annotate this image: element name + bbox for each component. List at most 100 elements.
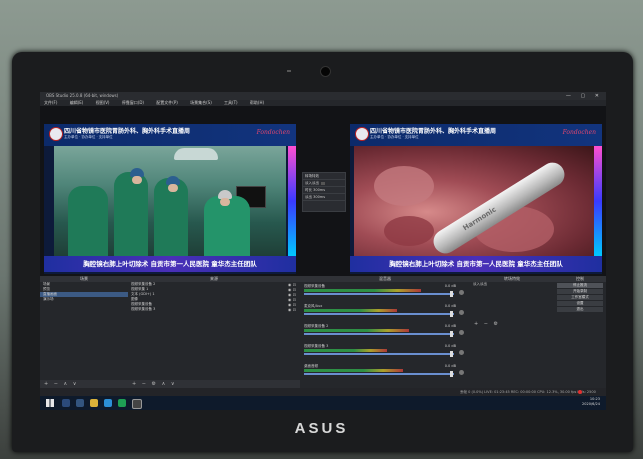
volume-slider[interactable]	[304, 353, 454, 355]
edge-browser-icon[interactable]	[104, 399, 112, 407]
volume-slider-handle[interactable]	[450, 311, 453, 317]
volume-slider[interactable]	[304, 333, 454, 335]
surgeon-figure	[68, 186, 108, 256]
screen: OBS Studio 25.0.8 (64-bit, windows) — ▢ …	[40, 92, 606, 410]
preview-title: 四川省物镜市医院胃肠外科、胸外科手术直播周	[64, 128, 191, 135]
start-recording-button[interactable]: 开始录制	[557, 289, 603, 294]
app-icon[interactable]	[118, 399, 126, 407]
volume-slider-handle[interactable]	[450, 351, 453, 357]
webcam-icon	[320, 66, 331, 77]
mixer-channel-label: 麦克风/Aux	[304, 304, 323, 308]
volume-slider[interactable]	[304, 313, 454, 315]
search-icon[interactable]	[62, 399, 70, 407]
preview-subtitle: 主办单位 · 协办单位 · 支持单位	[64, 135, 113, 139]
source-item[interactable]: 视频采集设备 3 ◉ ⊡	[128, 307, 300, 312]
menu-tools[interactable]: 工具(T)	[224, 100, 238, 105]
program-subtitle: 主办单位 · 协办单位 · 支持单位	[370, 135, 419, 139]
tissue-shape	[384, 216, 434, 246]
mute-toggle-icon[interactable]	[459, 330, 464, 335]
mixer-channel-db: 0.0 dB	[444, 284, 456, 288]
menu-edit[interactable]: 编辑(E)	[70, 100, 84, 105]
scenes-dock: 场景 场景 预览 直播画面 演示场 + − ∧ ∨	[40, 276, 129, 388]
mixer-dock: 混音器 视频采集设备 0.0 dB 麦克风/Aux 0.0 dB 视频采集设备 2 0.0…	[300, 276, 471, 388]
hospital-logo-icon	[49, 127, 63, 141]
hospital-logo-icon	[355, 127, 369, 141]
mixer-channel-label: 视频采集设备	[304, 284, 325, 288]
volume-slider-handle[interactable]	[450, 291, 453, 297]
start-button-icon[interactable]	[46, 399, 54, 407]
stop-streaming-button[interactable]: 停止推流	[557, 283, 603, 288]
sources-list: 视频采集设备 2 ◉ ⊡ 视频采集 1 ◉ ⊡ 文本 (GDI+) 1 ◉ ⊡ 图像 ◉…	[128, 282, 300, 312]
surgeon-face	[220, 198, 230, 206]
dock-area: 场景 场景 预览 直播画面 演示场 + − ∧ ∨ 来源 视频采集设备 2 ◉ ⊡…	[40, 276, 606, 388]
add-icon[interactable]	[321, 181, 325, 185]
preview-canvas[interactable]: 四川省物镜市医院胃肠外科、胸外科手术直播周 主办单位 · 协办单位 · 支持单位…	[44, 124, 296, 274]
mixer-channel-label: 桌面音频	[304, 364, 318, 368]
surgeon-face	[132, 176, 142, 184]
volume-slider-handle[interactable]	[450, 371, 453, 377]
menu-docks[interactable]: 停靠窗口(D)	[122, 100, 144, 105]
mute-toggle-icon[interactable]	[459, 310, 464, 315]
sources-dock: 来源 视频采集设备 2 ◉ ⊡ 视频采集 1 ◉ ⊡ 文本 (GDI+) 1 ◉ ⊡ …	[128, 276, 301, 388]
mixer-channel-db: 0.0 dB	[444, 324, 456, 328]
transition-panel: 转场特效 淡入淡出 时长 300ms 淡出 300ms	[302, 172, 346, 212]
mute-toggle-icon[interactable]	[459, 290, 464, 295]
surgeon-figure	[114, 172, 148, 256]
camera-led	[287, 70, 291, 72]
transition-fade[interactable]: 淡出 300ms	[303, 194, 345, 201]
scenes-footer-buttons[interactable]: + − ∧ ∨	[40, 380, 128, 388]
menu-view[interactable]: 视图(V)	[96, 100, 110, 105]
exit-button[interactable]: 退出	[557, 307, 603, 312]
windows-taskbar: 10:23 2020/6/24	[40, 396, 606, 410]
program-brand: Fondochen	[562, 129, 596, 136]
mute-toggle-icon[interactable]	[459, 350, 464, 355]
scenes-list: 场景 预览 直播画面 演示场	[40, 282, 128, 302]
scene-item[interactable]: 演示场	[40, 297, 128, 302]
live-indicator-icon	[578, 390, 582, 394]
transition-select[interactable]: 淡入淡出	[470, 282, 554, 287]
scene-header: 四川省物镜市医院胃肠外科、胸外科手术直播周 主办单位 · 协办单位 · 支持单位…	[44, 124, 296, 146]
transitions-buttons[interactable]: + − ⚙	[470, 320, 554, 328]
settings-button[interactable]: 设置	[557, 301, 603, 306]
window-titlebar: OBS Studio 25.0.8 (64-bit, windows) — ▢ …	[40, 92, 606, 100]
volume-slider[interactable]	[304, 373, 454, 375]
mixer-header: 混音器	[300, 276, 470, 282]
audio-level-meter	[304, 309, 397, 312]
system-tray[interactable]: 10:23 2020/6/24	[582, 397, 600, 407]
file-explorer-icon[interactable]	[90, 399, 98, 407]
audio-level-meter	[304, 329, 409, 332]
studio-mode-button[interactable]: 工作室模式	[557, 295, 603, 300]
menu-help[interactable]: 帮助(H)	[250, 100, 264, 105]
program-canvas[interactable]: 四川省物镜市医院胃肠外科、胸外科手术直播周 主办单位 · 协办单位 · 支持单位…	[350, 124, 602, 274]
scene-edge-graphic	[594, 146, 602, 256]
window-title: OBS Studio 25.0.8 (64-bit, windows)	[46, 93, 119, 98]
task-view-icon[interactable]	[76, 399, 84, 407]
transitions-dock: 转场特效 淡入淡出 + − ⚙	[470, 276, 555, 388]
transition-duration[interactable]: 时长 300ms	[303, 187, 345, 194]
status-text: 丢帧 0 (0.0%) LIVE: 01:23:45 REC: 00:00:00…	[460, 390, 596, 394]
studio-editor: 四川省物镜市医院胃肠外科、胸外科手术直播周 主办单位 · 协办单位 · 支持单位…	[40, 106, 606, 276]
eye-icon[interactable]: ◉ ⊡	[288, 307, 296, 312]
volume-slider-handle[interactable]	[450, 331, 453, 337]
program-title: 四川省物镜市医院胃肠外科、胸外科手术直播周	[370, 128, 497, 135]
transition-option[interactable]: 淡入淡出	[303, 180, 345, 187]
volume-slider[interactable]	[304, 293, 454, 295]
mixer-channel-label: 视频采集设备 2	[304, 324, 329, 328]
surgeon-face	[168, 184, 178, 192]
program-banner: 胸腔镜右肺上叶切除术 自贡市第一人民医院 童华杰主任团队	[350, 256, 602, 272]
menu-profile[interactable]: 配置文件(P)	[156, 100, 178, 105]
scene-edge-graphic	[288, 146, 296, 256]
sources-footer-buttons[interactable]: + − ⚙ ∧ ∨	[128, 380, 300, 388]
window-controls[interactable]: — ▢ ✕	[566, 92, 603, 100]
mixer-channel: 桌面音频 0.0 dB	[304, 364, 466, 377]
controls-header: 控制	[554, 276, 606, 282]
operating-room-video	[54, 146, 286, 256]
mixer-channel-label: 视频采集设备 3	[304, 344, 329, 348]
mute-toggle-icon[interactable]	[459, 370, 464, 375]
menu-file[interactable]: 文件(F)	[44, 100, 57, 105]
obs-icon[interactable]	[132, 399, 142, 409]
menu-scene-collection[interactable]: 场景集合(S)	[190, 100, 212, 105]
mixer-channel: 视频采集设备 0.0 dB	[304, 284, 466, 297]
mixer-channel-db: 0.0 dB	[444, 364, 456, 368]
audio-level-meter	[304, 369, 403, 372]
